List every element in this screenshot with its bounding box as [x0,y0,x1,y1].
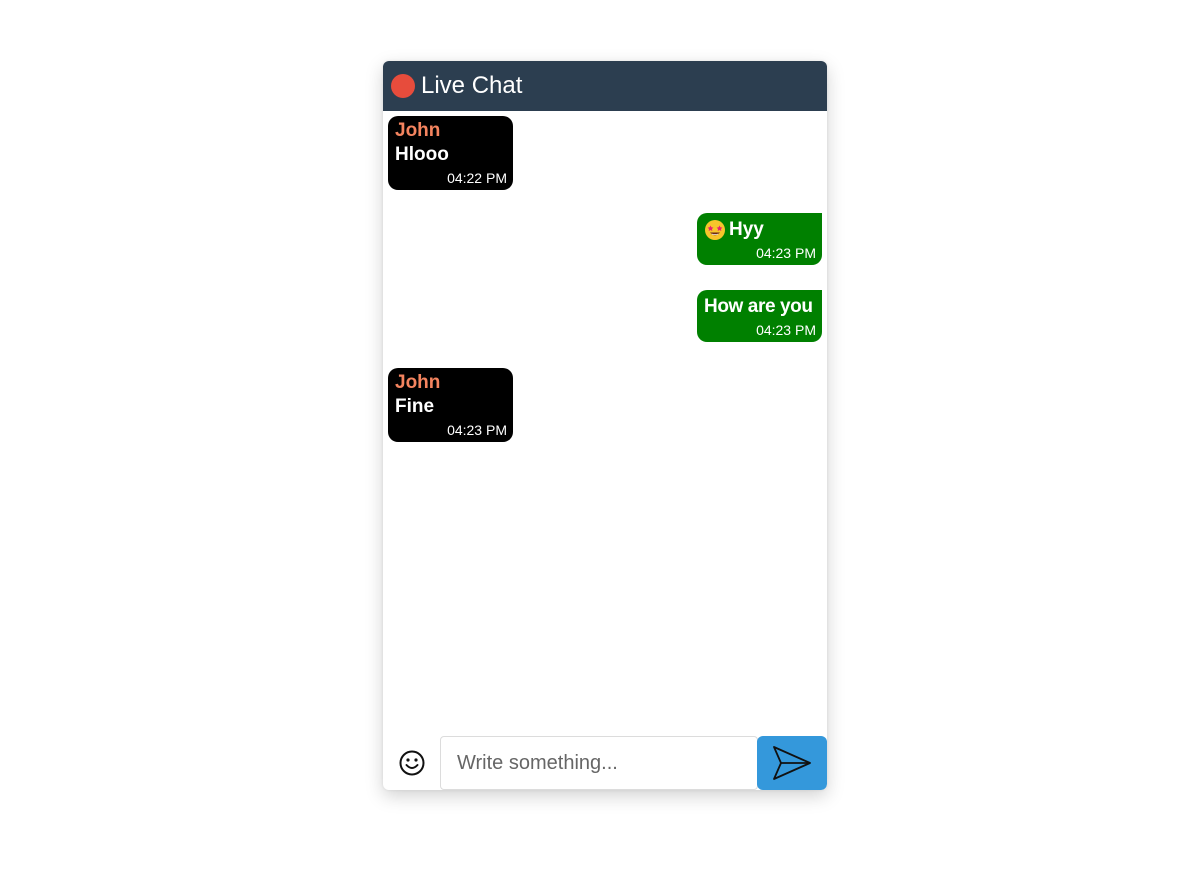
message-composer [383,736,827,790]
message-input[interactable] [440,736,758,790]
message-text-content: Fine [395,396,435,417]
message-time: 04:23 PM [447,422,507,438]
message-text: How are you [704,294,816,319]
message-list: John Hlooo 04:22 PM Hyy 04:23 PM How are… [383,111,827,731]
paper-plane-icon [773,746,811,780]
message-sender: John [395,372,441,393]
star-struck-emoji-icon [705,219,725,240]
message-text-content: How are you [704,296,813,317]
message-text: Fine [395,394,507,419]
message-bubble-sent: How are you 04:23 PM [697,290,822,342]
send-button[interactable] [757,736,827,790]
message-text: Hlooo [395,142,507,167]
message-bubble-received: John Fine 04:23 PM [388,368,513,442]
message-bubble-sent: Hyy 04:23 PM [697,213,822,265]
message-text: Hyy [704,217,816,242]
message-time: 04:22 PM [447,170,507,186]
chat-header: Live Chat [383,61,827,111]
message-text-content: Hyy [729,219,764,240]
message-bubble-received: John Hlooo 04:22 PM [388,116,513,190]
chat-window: Live Chat John Hlooo 04:22 PM Hyy 04:23 … [383,61,827,790]
message-time: 04:23 PM [756,245,816,261]
message-time: 04:23 PM [756,322,816,338]
smiley-face-icon[interactable] [397,748,427,778]
message-sender: John [395,120,441,141]
status-dot [391,74,415,98]
message-text-content: Hlooo [395,144,449,165]
chat-title: Live Chat [421,72,523,99]
